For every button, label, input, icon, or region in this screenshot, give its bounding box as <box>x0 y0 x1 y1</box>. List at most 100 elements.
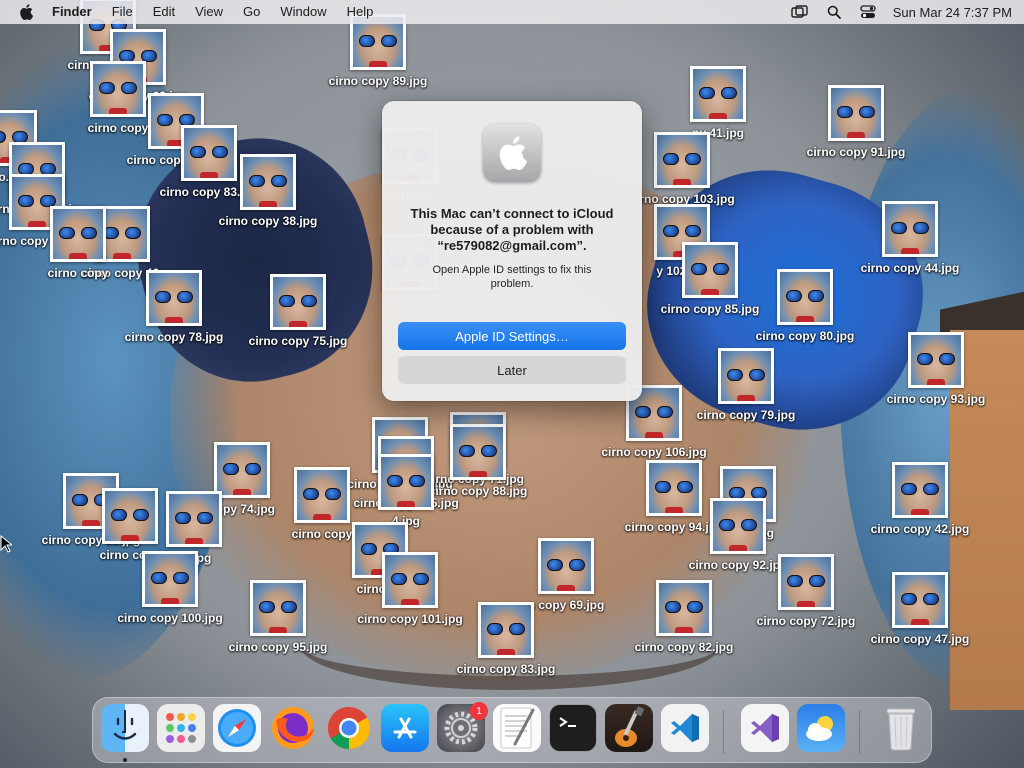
image-thumbnail <box>478 602 534 658</box>
image-thumbnail <box>240 154 296 210</box>
image-thumbnail <box>718 348 774 404</box>
cirno-image-icon <box>781 557 831 607</box>
desktop-file-icon[interactable]: cirno copy 83.jpg <box>446 602 566 684</box>
image-thumbnail <box>710 498 766 554</box>
desktop-file-label: cirno copy 72.jpg <box>756 614 856 628</box>
desktop-file-icon[interactable]: cirno copy 75.jpg <box>238 274 358 356</box>
dock-visual-studio-icon[interactable] <box>741 704 789 752</box>
screen-mirroring-icon[interactable] <box>783 0 817 24</box>
apple-logo-icon <box>20 4 33 20</box>
dock: 1 <box>92 697 932 763</box>
desktop-file-icon[interactable]: cirno copy 38.jpg <box>208 154 328 236</box>
menu-edit[interactable]: Edit <box>143 0 185 24</box>
dialog-message: Open Apple ID settings to fix this probl… <box>432 264 592 290</box>
menu-app-finder[interactable]: Finder <box>52 0 102 24</box>
desktop-file-icon[interactable]: cirno copy 42.jpg <box>860 462 980 544</box>
cirno-image-icon <box>657 135 707 185</box>
menu-window[interactable]: Window <box>270 0 336 24</box>
desktop-file-icon[interactable]: cirno copy 95.jpg <box>218 580 338 662</box>
desktop-file-icon[interactable]: cirno copy 93.jpg <box>876 332 996 414</box>
desktop-file-label: cirno copy 75.jpg <box>248 334 348 348</box>
dock-textedit-icon[interactable] <box>493 704 541 752</box>
desktop-file-label: cirno copy 89.jpg <box>328 74 428 88</box>
image-thumbnail <box>50 206 106 262</box>
image-thumbnail <box>656 580 712 636</box>
image-thumbnail <box>828 85 884 141</box>
dock-finder-icon[interactable] <box>101 704 149 752</box>
desktop-file-icon[interactable]: cirno copy 82.jpg <box>624 580 744 662</box>
image-thumbnail <box>146 270 202 326</box>
image-thumbnail <box>382 552 438 608</box>
image-thumbnail <box>166 491 222 547</box>
dock-launchpad-icon[interactable] <box>157 704 205 752</box>
desktop-file-label: cirno copy 47.jpg <box>870 632 970 646</box>
menu-go[interactable]: Go <box>233 0 270 24</box>
finder-running-indicator <box>123 758 127 762</box>
icloud-alert-dialog: This Mac can’t connect to iCloud because… <box>382 101 642 401</box>
spotlight-search-icon[interactable] <box>817 0 851 24</box>
menu-bar-clock[interactable]: Sun Mar 24 7:37 PM <box>885 5 1012 20</box>
cirno-image-icon <box>169 494 219 544</box>
image-thumbnail <box>690 66 746 122</box>
desktop-file-icon[interactable]: cirno copy 72.jpg <box>746 554 866 636</box>
desktop-file-icon[interactable]: cirno copy 100.jpg <box>110 551 230 633</box>
desktop-file-icon[interactable]: cirno copy 80.jpg <box>745 269 865 351</box>
later-button[interactable]: Later <box>398 356 626 384</box>
dock-terminal-icon[interactable] <box>549 704 597 752</box>
menu-bar: Finder File Edit View Go Window Help Sun… <box>0 0 1024 24</box>
cirno-image-icon <box>385 555 435 605</box>
dock-weather-icon[interactable] <box>797 704 845 752</box>
cirno-image-icon <box>831 88 881 138</box>
dock-safari-icon[interactable] <box>213 704 261 752</box>
dock-separator <box>859 710 860 754</box>
menu-view[interactable]: View <box>185 0 233 24</box>
desktop-file-label: cirno copy 106.jpg <box>601 445 707 459</box>
image-thumbnail <box>294 467 350 523</box>
desktop-file-label: cirno copy 95.jpg <box>228 640 328 654</box>
cirno-image-icon <box>253 583 303 633</box>
cirno-image-icon <box>685 245 735 295</box>
cirno-image-icon <box>721 351 771 401</box>
cirno-image-icon <box>53 209 103 259</box>
cirno-image-icon <box>693 69 743 119</box>
cirno-image-icon <box>149 273 199 323</box>
image-thumbnail <box>682 242 738 298</box>
apple-menu[interactable] <box>0 4 52 20</box>
dock-trash-icon[interactable] <box>877 704 925 752</box>
apple-logo-icon <box>499 136 527 170</box>
image-thumbnail <box>892 572 948 628</box>
image-thumbnail <box>908 332 964 388</box>
menu-file[interactable]: File <box>102 0 143 24</box>
apple-id-settings-button[interactable]: Apple ID Settings… <box>398 322 626 350</box>
menu-help[interactable]: Help <box>337 0 384 24</box>
control-center-icon[interactable] <box>851 0 885 24</box>
cirno-image-icon <box>885 204 935 254</box>
dock-firefox-icon[interactable] <box>269 704 317 752</box>
dock-chrome-icon[interactable] <box>325 704 373 752</box>
desktop-file-label: cirno copy 83.jpg <box>456 662 556 676</box>
cirno-image-icon <box>895 575 945 625</box>
desktop-file-icon[interactable]: cirno copy 47.jpg <box>860 572 980 654</box>
desktop-file-label: cirno copy 91.jpg <box>806 145 906 159</box>
system-settings-badge: 1 <box>470 702 488 720</box>
desktop-file-icon[interactable]: cirno copy 44.jpg <box>850 201 970 283</box>
dialog-title: This Mac can’t connect to iCloud because… <box>410 206 614 253</box>
image-thumbnail <box>270 274 326 330</box>
cirno-image-icon <box>353 17 403 67</box>
system-settings-app-icon <box>483 124 541 182</box>
cirno-image-icon <box>217 445 267 495</box>
desktop-file-icon[interactable]: cirno copy 89.jpg <box>318 14 438 96</box>
dock-app-store-icon[interactable] <box>381 704 429 752</box>
cirno-image-icon <box>659 583 709 633</box>
desktop-file-label: cirno copy 93.jpg <box>886 392 986 406</box>
desktop-file-icon[interactable]: cirno copy 91.jpg <box>796 85 916 167</box>
image-thumbnail <box>538 538 594 594</box>
image-thumbnail <box>142 551 198 607</box>
cirno-image-icon <box>780 272 830 322</box>
desktop-file-icon[interactable]: cirno copy 78.jpg <box>114 270 234 352</box>
image-thumbnail <box>250 580 306 636</box>
dock-garageband-icon[interactable] <box>605 704 653 752</box>
cirno-image-icon <box>381 457 431 507</box>
dock-vscode-icon[interactable] <box>661 704 709 752</box>
image-thumbnail <box>777 269 833 325</box>
